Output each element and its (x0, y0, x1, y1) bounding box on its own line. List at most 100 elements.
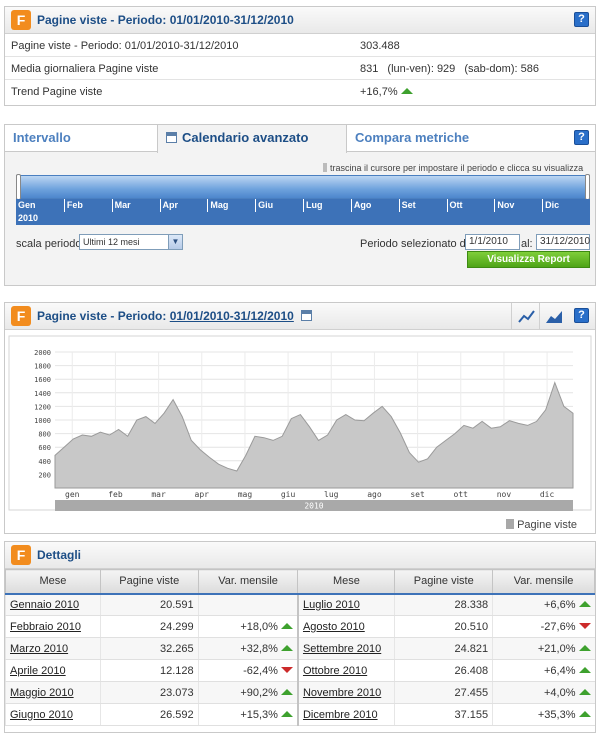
chart-title: Pagine viste - Periodo: 01/01/2010-31/12… (37, 309, 317, 323)
timeline-months: 2010 Gen Feb Mar Apr Mag Giu Lug Ago Set Ott Nov Di… (16, 199, 590, 225)
month-link[interactable]: Febbraio 2010 (5, 615, 101, 638)
trend-up-icon (578, 600, 591, 607)
summary-row-trend: Trend Pagine viste +16,7% (5, 80, 595, 103)
month-link-text: Maggio 2010 (10, 686, 74, 699)
summary-value: 831 (lun-ven): 929 (sab-dom): 586 (360, 63, 545, 75)
visualizza-report-button[interactable]: Visualizza Report (467, 251, 590, 268)
timeline-year: 2010 (18, 213, 39, 223)
table-row: Febbraio 2010 24.299 +18,0% Agosto 2010 20.5… (5, 615, 595, 638)
timeline-month[interactable]: Lug (303, 199, 351, 212)
x-tick-label: ott (454, 490, 469, 499)
app-logo-icon: F (11, 306, 31, 326)
al-label: al: (521, 238, 533, 250)
timeline-month[interactable]: Feb (63, 199, 112, 212)
y-tick-label: 1800 (34, 363, 51, 371)
tab-compara-metriche[interactable]: Compara metriche (347, 125, 547, 152)
variation-cell: +6,6% (492, 593, 595, 616)
date-from-input[interactable]: 1/1/2010 (465, 234, 520, 250)
details-header: F Dettagli (5, 542, 595, 569)
month-link[interactable]: Luglio 2010 (296, 593, 395, 616)
pageviews-cell: 26.592 (99, 703, 199, 726)
timeline-month[interactable]: Giu (255, 199, 303, 212)
pageviews-cell: 20.510 (394, 615, 493, 638)
x-tick-label: feb (108, 490, 123, 499)
chart-legend: Pagine viste (506, 519, 577, 531)
month-link[interactable]: Aprile 2010 (5, 659, 101, 682)
timeline-month[interactable]: Mag (207, 199, 255, 212)
x-tick-label: apr (195, 490, 210, 499)
timeline-slider[interactable]: 2010 Gen Feb Mar Apr Mag Giu Lug Ago Set Ott Nov Di… (16, 174, 590, 225)
tab-calendario-avanzato[interactable]: Calendario avanzato (157, 125, 347, 153)
trend-up-icon (578, 644, 591, 651)
month-link-text: Giugno 2010 (10, 708, 73, 721)
legend-swatch (506, 519, 515, 529)
variation-cell: +6,4% (492, 659, 595, 682)
timeline-range[interactable] (16, 174, 590, 200)
weekend-average: (sab-dom): 586 (464, 63, 539, 75)
variation-cell-text: -27,6% (540, 620, 576, 633)
summary-row-total: Pagine viste - Periodo: 01/01/2010-31/12… (5, 34, 595, 57)
month-link[interactable]: Marzo 2010 (5, 637, 101, 660)
area-chart-button[interactable] (539, 303, 567, 330)
x-tick-label: dic (540, 490, 555, 499)
scale-select[interactable]: Ultimi 12 mesi ▼ (79, 234, 183, 250)
trend-value: +16,7% (360, 86, 398, 98)
column-header: Var. mensile (492, 569, 595, 595)
help-icon[interactable]: ? (574, 130, 589, 145)
month-link[interactable]: Dicembre 2010 (296, 703, 395, 726)
calendar-icon[interactable] (301, 310, 313, 321)
date-to-input[interactable]: 31/12/2010 (536, 234, 590, 250)
month-link-text: Febbraio 2010 (10, 620, 81, 633)
trend-up-icon (578, 666, 591, 673)
x-tick-label: lug (324, 490, 339, 499)
variation-cell (197, 593, 298, 616)
variation-cell: +90,2% (197, 681, 298, 704)
summary-label: Trend Pagine viste (11, 86, 103, 98)
pageviews-cell: 32.265 (99, 637, 199, 660)
y-tick-label: 1000 (34, 417, 51, 425)
timeline-month[interactable]: Dic (542, 199, 590, 212)
x-tick-label: mag (238, 490, 253, 499)
timeline-month[interactable]: Mar (111, 199, 160, 212)
timeline-month[interactable]: Gen (16, 199, 64, 212)
month-link[interactable]: Settembre 2010 (296, 637, 395, 660)
timeline-month[interactable]: Ago (350, 199, 399, 212)
month-link[interactable]: Novembre 2010 (296, 681, 395, 704)
variation-cell-text: +32,8% (240, 642, 278, 655)
month-link[interactable]: Ottobre 2010 (296, 659, 395, 682)
help-icon[interactable]: ? (574, 308, 589, 323)
timeline-start-handle[interactable] (16, 174, 21, 200)
pageviews-cell-text: 26.592 (160, 708, 194, 721)
handle-icon (323, 163, 327, 172)
column-header: Pagine viste (99, 569, 199, 595)
line-chart-button[interactable] (511, 303, 539, 330)
timeline-month[interactable]: Ott (446, 199, 495, 212)
timeline-month[interactable]: Nov (494, 199, 542, 212)
tab-intervallo[interactable]: Intervallo (5, 125, 157, 152)
chart-title-period[interactable]: 01/01/2010-31/12/2010 (170, 309, 294, 323)
variation-cell-text: +4,0% (544, 686, 576, 699)
month-link[interactable]: Maggio 2010 (5, 681, 101, 704)
month-link[interactable]: Agosto 2010 (296, 615, 395, 638)
month-link[interactable]: Gennaio 2010 (5, 593, 101, 616)
column-header: Mese (297, 569, 396, 595)
chevron-down-icon[interactable]: ▼ (168, 235, 182, 249)
month-link-text: Luglio 2010 (302, 598, 360, 611)
x-tick-label: mar (151, 490, 166, 499)
app-logo-icon: F (11, 10, 31, 30)
table-row: Giugno 2010 26.592 +15,3% Dicembre 2010 37.1… (5, 703, 595, 726)
month-link[interactable]: Giugno 2010 (5, 703, 101, 726)
tab-label: Calendario avanzato (182, 130, 309, 145)
y-tick-label: 600 (38, 444, 51, 452)
variation-cell-text: +90,2% (240, 686, 278, 699)
timeline-end-handle[interactable] (585, 174, 590, 200)
timeline-month[interactable]: Apr (159, 199, 208, 212)
summary-label: Media giornaliera Pagine viste (11, 63, 159, 75)
help-icon[interactable]: ? (574, 12, 589, 27)
pageviews-cell: 23.073 (99, 681, 199, 704)
trend-up-icon (280, 644, 293, 651)
pageviews-cell: 24.299 (99, 615, 199, 638)
scale-value: Ultimi 12 mesi (83, 237, 140, 247)
calendar-icon (166, 132, 177, 143)
timeline-month[interactable]: Set (398, 199, 447, 212)
